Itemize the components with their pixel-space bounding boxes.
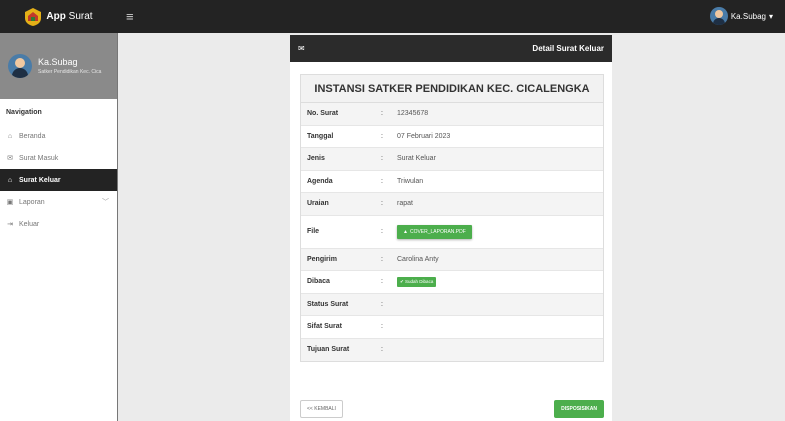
table-row: Agenda : Triwulan	[301, 171, 603, 193]
table-row: Dibaca : ✔ Sudah Dibaca	[301, 271, 603, 294]
home-icon: ⌂	[7, 176, 13, 184]
check-icon: ✔	[400, 278, 404, 284]
sidebar-item-label: Keluar	[19, 220, 40, 228]
brand-name: App Surat	[46, 11, 93, 22]
table-row: Uraian : rapat	[301, 193, 603, 216]
sidebar-item-label: Surat Masuk	[19, 154, 59, 162]
envelope-icon: ✉	[298, 44, 305, 53]
card-header: ✉ Detail Surat Keluar	[290, 35, 612, 62]
card-title: Detail Surat Keluar	[532, 44, 604, 53]
table-row: Tanggal : 07 Februari 2023	[301, 126, 603, 148]
row-separator: :	[381, 300, 383, 308]
row-separator: :	[381, 346, 383, 354]
user-menu[interactable]: Ka.Subag ▾	[709, 7, 773, 25]
sidebar-item-label: Surat Keluar	[19, 176, 61, 184]
row-label: Uraian	[307, 200, 329, 208]
nav-heading: Navigation	[6, 109, 42, 116]
row-label: Jenis	[307, 155, 325, 163]
file-name: COVER_LAPORAN.PDF	[409, 228, 466, 235]
card-body: INSTANSI SATKER PENDIDIKAN KEC. CICALENG…	[290, 62, 612, 421]
sidebar-item-keluar[interactable]: ⇥ Keluar	[0, 213, 117, 235]
row-label: Sifat Surat	[307, 323, 343, 331]
row-label: Tujuan Surat	[307, 346, 350, 354]
sidebar-item-surat-keluar[interactable]: ⌂ Surat Keluar	[0, 169, 117, 191]
user-menu-label: Ka.Subag	[730, 11, 766, 21]
sidebar-item-laporan[interactable]: ▣ Laporan ﹀	[0, 191, 117, 213]
row-separator: :	[381, 278, 383, 286]
row-value: Triwulan	[397, 177, 424, 185]
brand[interactable]: App Surat	[0, 0, 118, 33]
table-row: Pengirim : Carolina Anty	[301, 248, 603, 271]
row-separator: :	[381, 110, 383, 118]
profile-avatar	[8, 54, 32, 78]
menu-toggle-icon[interactable]: ≡	[126, 10, 134, 23]
row-separator: :	[381, 228, 383, 235]
profile-name: Ka.Subag	[38, 57, 78, 67]
row-separator: :	[381, 255, 383, 263]
back-button[interactable]: << KEMBALI	[300, 400, 343, 418]
row-value: 12345678	[397, 110, 429, 118]
chevron-down-icon: ▾	[768, 11, 773, 21]
row-value: Surat Keluar	[397, 155, 436, 163]
status-badge: ✔ Sudah Dibaca	[397, 276, 437, 287]
file-download-button[interactable]: ▲ COVER_LAPORAN.PDF	[397, 224, 472, 239]
sidebar-item-label: Beranda	[19, 132, 46, 140]
row-separator: :	[381, 177, 383, 185]
status-badge-label: Sudah Dibaca	[405, 278, 434, 284]
row-value: 07 Februari 2023	[397, 132, 451, 140]
report-icon: ▣	[6, 199, 14, 206]
home-icon: ⌂	[7, 132, 13, 140]
table-row: Status Surat :	[301, 293, 603, 316]
row-label: Status Surat	[307, 300, 349, 308]
detail-table: INSTANSI SATKER PENDIDIKAN KEC. CICALENG…	[300, 74, 604, 362]
row-value: rapat	[397, 200, 413, 208]
row-value: Carolina Anty	[397, 255, 439, 263]
user-profile: Ka.Subag Satker Pendidikan Kec. Cica	[0, 33, 117, 99]
row-separator: :	[381, 155, 383, 163]
table-row: Sifat Surat :	[301, 316, 603, 339]
row-label: No. Surat	[307, 110, 339, 118]
detail-title: INSTANSI SATKER PENDIDIKAN KEC. CICALENG…	[301, 75, 603, 103]
table-row: No. Surat : 12345678	[301, 103, 603, 126]
table-row: Jenis : Surat Keluar	[301, 148, 603, 171]
row-value: ✔ Sudah Dibaca	[389, 276, 603, 287]
row-label: Dibaca	[307, 278, 330, 286]
detail-rows: No. Surat : 12345678 Tanggal : 07 Februa…	[301, 103, 603, 361]
avatar	[709, 7, 728, 25]
row-value: ▲ COVER_LAPORAN.PDF	[389, 224, 603, 239]
logout-icon: ⇥	[7, 221, 13, 228]
sidebar-item-surat-masuk[interactable]: ✉ Surat Masuk	[0, 147, 117, 169]
chevron-down-icon: ﹀	[102, 199, 109, 206]
sidebar: Ka.Subag Satker Pendidikan Kec. Cica Nav…	[0, 33, 118, 421]
top-navbar: App Surat ≡ Ka.Subag ▾	[0, 0, 785, 33]
upload-icon: ▲	[403, 228, 408, 235]
dispose-button[interactable]: DISPOSISIKAN	[554, 400, 604, 418]
row-separator: :	[381, 200, 383, 208]
mail-icon: ✉	[7, 155, 13, 162]
row-separator: :	[381, 132, 383, 140]
sidebar-item-beranda[interactable]: ⌂ Beranda	[0, 125, 117, 147]
row-separator: :	[381, 323, 383, 331]
profile-subtitle: Satker Pendidikan Kec. Cica	[38, 69, 102, 75]
row-label: Tanggal	[307, 132, 334, 140]
row-label: File	[307, 228, 320, 235]
table-row: Tujuan Surat :	[301, 338, 603, 361]
sidebar-item-label: Laporan	[19, 198, 45, 206]
row-label: Agenda	[307, 177, 333, 185]
logo-icon	[25, 7, 42, 26]
row-label: Pengirim	[307, 255, 337, 263]
table-row: File : ▲ COVER_LAPORAN.PDF	[301, 216, 603, 249]
